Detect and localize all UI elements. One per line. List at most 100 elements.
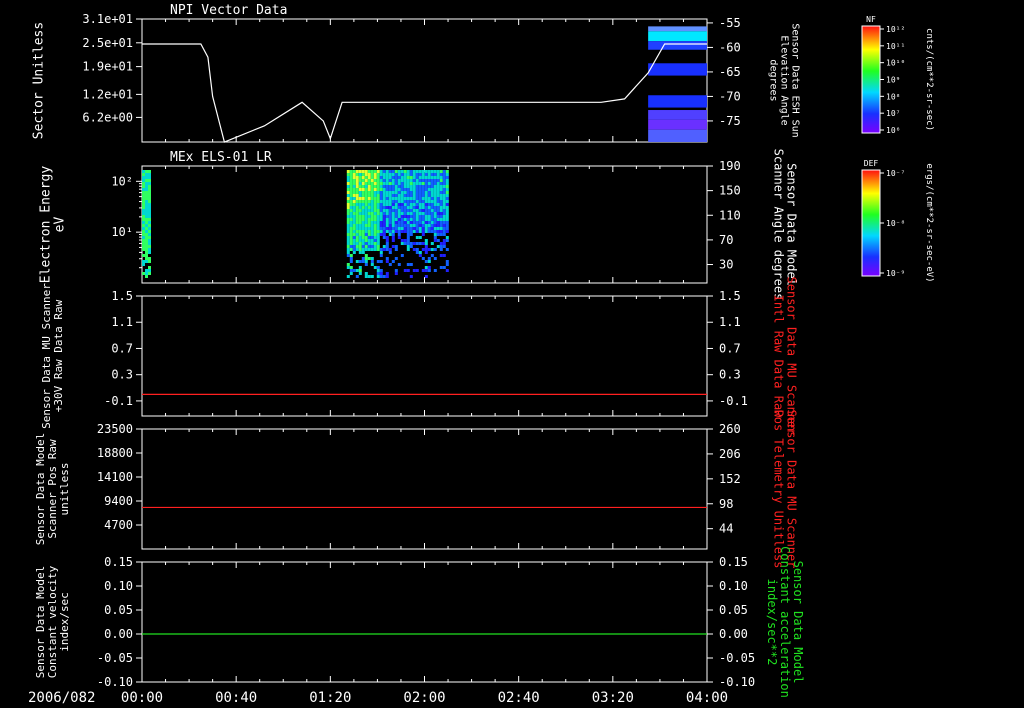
- spectrogram-cell: [433, 191, 437, 194]
- spectrogram-cell: [409, 215, 413, 218]
- spectrogram-cell: [406, 215, 410, 218]
- spectrogram-cell: [412, 215, 416, 218]
- spectrogram-cell: [427, 176, 431, 179]
- spectrogram-cell: [427, 185, 431, 188]
- spectrogram-cell: [424, 197, 428, 200]
- spectrogram-cell: [358, 170, 362, 173]
- panel-4-right-ylabel: Sensor Data MU ScannerPos Telemetry Unit…: [771, 410, 798, 569]
- spectrogram-cell: [379, 251, 383, 254]
- spectrogram-cell: [142, 254, 145, 257]
- spectrogram-cell: [427, 179, 431, 182]
- spectrogram-cell: [403, 206, 407, 209]
- spectrogram-cell: [370, 275, 374, 278]
- spectrogram-cell: [388, 185, 392, 188]
- spectrogram-cell: [148, 242, 151, 245]
- spectrogram-cell: [394, 248, 398, 251]
- spectrogram-cell: [439, 194, 443, 197]
- spectrogram-cell: [436, 239, 440, 242]
- spectrogram-cell: [421, 227, 425, 230]
- spectrogram-cell: [394, 182, 398, 185]
- spectrogram-cell: [442, 179, 446, 182]
- spectrogram-cell: [349, 224, 353, 227]
- spectrogram-cell: [352, 209, 356, 212]
- spectrogram-cell: [352, 248, 356, 251]
- spectrogram-cell: [349, 245, 353, 248]
- spectrogram-cell: [145, 248, 148, 251]
- spectrogram-cell: [376, 170, 380, 173]
- spectrogram-cell: [376, 245, 380, 248]
- spectrogram-cell: [427, 197, 431, 200]
- spectrogram-cell: [427, 224, 431, 227]
- spectrogram-cell: [406, 212, 410, 215]
- spectrogram-cell: [406, 218, 410, 221]
- spectrogram-cell: [385, 224, 389, 227]
- spectrogram-cell: [364, 194, 368, 197]
- spectrogram-cell: [142, 230, 145, 233]
- spectrogram-cell: [388, 206, 392, 209]
- spectrogram-cell: [400, 179, 404, 182]
- spectrogram-cell: [364, 260, 368, 263]
- spectrogram-cell: [421, 218, 425, 221]
- spectrogram-cell: [421, 188, 425, 191]
- spectrogram-cell: [433, 248, 437, 251]
- spectrogram-cell: [391, 179, 395, 182]
- spectrogram-cell: [445, 197, 449, 200]
- spectrogram-cell: [445, 269, 449, 272]
- spectrogram-cell: [346, 185, 350, 188]
- spectrogram-cell: [379, 170, 383, 173]
- spectrogram-cell: [367, 203, 371, 206]
- spectrogram-cell: [349, 206, 353, 209]
- spectrogram-cell: [148, 182, 151, 185]
- spectrogram-cell: [445, 221, 449, 224]
- y-tick-label: 4700: [104, 518, 133, 532]
- spectrogram-cell: [442, 200, 446, 203]
- spectrogram-cell: [142, 176, 145, 179]
- spectrogram-cell: [376, 224, 380, 227]
- spectrogram-cell: [373, 209, 377, 212]
- spectrogram-cell: [145, 233, 148, 236]
- spectrogram-cell: [346, 170, 350, 173]
- spectrogram-cell: [442, 173, 446, 176]
- heatmap-band: [648, 119, 707, 130]
- spectrogram-cell: [148, 200, 151, 203]
- spectrogram-cell: [394, 173, 398, 176]
- spectrogram-cell: [427, 227, 431, 230]
- spectrogram-cell: [403, 269, 407, 272]
- spectrogram-cell: [349, 194, 353, 197]
- spectrogram-cell: [421, 209, 425, 212]
- spectrogram-cell: [385, 245, 389, 248]
- spectrogram-cell: [409, 176, 413, 179]
- spectrogram-cell: [394, 224, 398, 227]
- spectrogram-cell: [406, 221, 410, 224]
- date-label: 2006/082: [28, 690, 95, 706]
- time-tick-label: 00:00: [121, 690, 163, 706]
- spectrogram-cell: [436, 179, 440, 182]
- spectrogram-cell: [433, 227, 437, 230]
- spectrogram-cell: [379, 194, 383, 197]
- right-y-tick-label: 0.10: [719, 579, 748, 593]
- spectrogram-cell: [403, 197, 407, 200]
- spectrogram-cell: [367, 248, 371, 251]
- spectrogram-cell: [409, 188, 413, 191]
- spectrogram-cell: [424, 239, 428, 242]
- spectrogram-cell: [403, 194, 407, 197]
- spectrogram-cell: [442, 233, 446, 236]
- spectrogram-cell: [445, 170, 449, 173]
- spectrogram-cell: [433, 269, 437, 272]
- spectrogram-cell: [403, 212, 407, 215]
- spectrogram-cell: [145, 194, 148, 197]
- spectrogram-cell: [418, 188, 422, 191]
- spectrogram-cell: [385, 236, 389, 239]
- spectrogram-cell: [436, 209, 440, 212]
- spectrogram-cell: [370, 245, 374, 248]
- spectrogram-cell: [400, 254, 404, 257]
- spectrogram-cell: [439, 179, 443, 182]
- spectrogram-cell: [358, 188, 362, 191]
- spectrogram-cell: [394, 191, 398, 194]
- spectrogram-cell: [385, 272, 389, 275]
- spectrogram-cell: [409, 194, 413, 197]
- spectrogram-cell: [433, 215, 437, 218]
- spectrogram-cell: [442, 224, 446, 227]
- spectrogram-cell: [406, 176, 410, 179]
- spectrogram-cell: [409, 179, 413, 182]
